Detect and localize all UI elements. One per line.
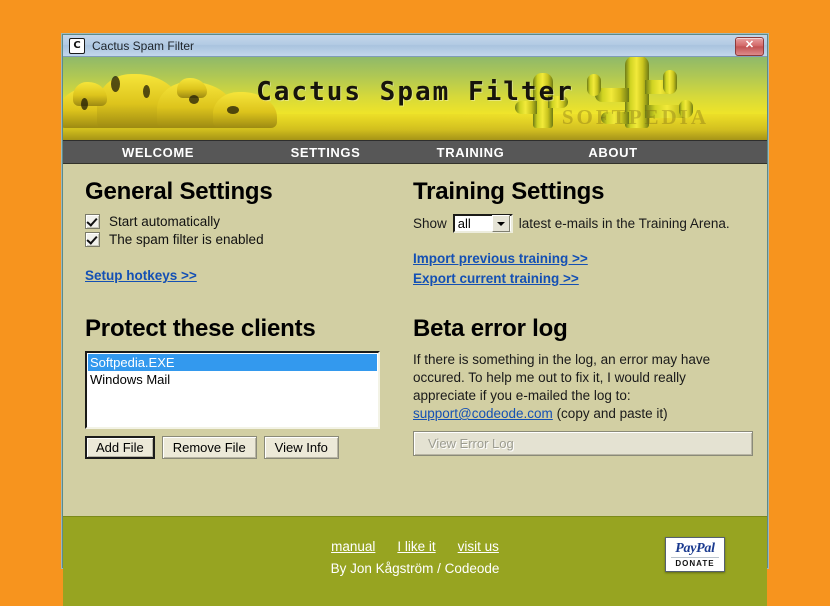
right-column: Training Settings Show all latest e-mail…	[413, 178, 753, 456]
content-area: General Settings Start automatically The…	[63, 164, 767, 516]
import-training-link[interactable]: Import previous training >>	[413, 249, 753, 269]
main-navigation: WELCOME SETTINGS TRAINING ABOUT	[63, 141, 767, 164]
list-item[interactable]: Softpedia.EXE	[88, 354, 377, 371]
footer: manual I like it visit us By Jon Kågströ…	[63, 516, 767, 606]
checkbox-label-start-automatically: Start automatically	[109, 214, 221, 229]
left-column: General Settings Start automatically The…	[85, 178, 435, 459]
training-settings-title: Training Settings	[413, 178, 605, 205]
paypal-logo: PayPal	[675, 540, 715, 556]
training-count-value: all	[457, 215, 471, 231]
footer-link-visit-us[interactable]: visit us	[458, 539, 499, 554]
client-buttons-row: Add File Remove File View Info	[85, 436, 435, 459]
nav-item-training[interactable]: TRAINING	[398, 145, 543, 160]
view-error-log-button: View Error Log	[413, 431, 753, 456]
close-icon[interactable]: ✕	[735, 37, 764, 56]
footer-link-i-like-it[interactable]: I like it	[397, 539, 435, 554]
window-title: Cactus Spam Filter	[92, 38, 195, 53]
training-count-select[interactable]: all	[452, 214, 513, 233]
checkbox-row-spam-filter-enabled[interactable]: The spam filter is enabled	[85, 232, 435, 247]
training-text-before: Show	[413, 215, 447, 231]
add-file-button[interactable]: Add File	[85, 436, 155, 459]
checkbox-label-spam-filter-enabled: The spam filter is enabled	[109, 232, 264, 247]
checkbox-start-automatically[interactable]	[85, 214, 100, 229]
export-training-link[interactable]: Export current training >>	[413, 269, 753, 289]
view-info-button[interactable]: View Info	[263, 436, 339, 459]
title-bar: C Cactus Spam Filter ✕	[63, 35, 767, 57]
nav-item-about[interactable]: ABOUT	[543, 145, 683, 160]
beta-error-log-text: If there is something in the log, an err…	[413, 351, 743, 423]
support-email-link[interactable]: support@codeode.com	[413, 406, 553, 421]
chevron-down-icon[interactable]	[491, 215, 510, 232]
training-show-row: Show all latest e-mails in the Training …	[413, 214, 753, 233]
app-icon: C	[69, 37, 85, 54]
beta-error-log-title: Beta error log	[413, 315, 568, 342]
app-window: C Cactus Spam Filter ✕ SOFTPEDIA Cactus …	[62, 34, 768, 606]
protect-clients-title: Protect these clients	[85, 315, 316, 342]
beta-text-before: If there is something in the log, an err…	[413, 352, 711, 403]
client-list-box[interactable]: Softpedia.EXE Windows Mail	[85, 351, 380, 429]
checkbox-spam-filter-enabled[interactable]	[85, 232, 100, 247]
training-links: Import previous training >> Export curre…	[413, 249, 753, 289]
nav-item-settings[interactable]: SETTINGS	[253, 145, 398, 160]
beta-text-after: (copy and paste it)	[556, 406, 668, 421]
remove-file-button[interactable]: Remove File	[161, 436, 257, 459]
footer-credit: By Jon Kågström / Codeode	[330, 561, 500, 576]
softpedia-watermark: SOFTPEDIA	[561, 105, 709, 129]
paypal-donate-button[interactable]: PayPal DONATE	[665, 537, 725, 572]
header-banner: SOFTPEDIA Cactus Spam Filter	[63, 57, 767, 141]
general-settings-title: General Settings	[85, 178, 273, 205]
list-item[interactable]: Windows Mail	[88, 371, 377, 388]
nav-item-welcome[interactable]: WELCOME	[63, 145, 253, 160]
checkbox-row-start-automatically[interactable]: Start automatically	[85, 214, 435, 229]
banner-title: Cactus Spam Filter	[256, 77, 574, 107]
setup-hotkeys-link[interactable]: Setup hotkeys >>	[85, 268, 197, 283]
training-text-after: latest e-mails in the Training Arena.	[518, 215, 730, 231]
paypal-donate-label: DONATE	[671, 556, 719, 568]
footer-link-manual[interactable]: manual	[331, 539, 375, 554]
footer-links: manual I like it visit us	[63, 517, 767, 554]
